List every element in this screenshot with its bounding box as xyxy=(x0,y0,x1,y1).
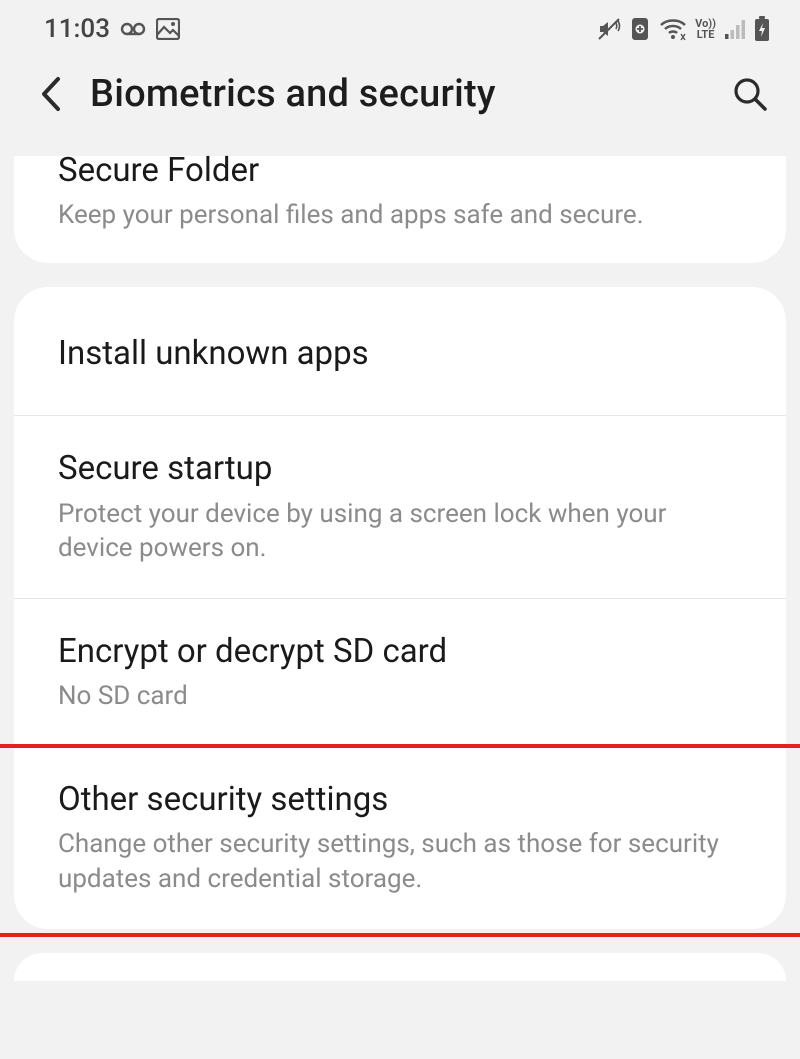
row-other-security-settings[interactable]: Other security settings Change other sec… xyxy=(14,747,786,929)
page-title: Biometrics and security xyxy=(90,72,710,116)
card-security-settings: Install unknown apps Secure startup Prot… xyxy=(14,287,786,929)
chevron-left-icon xyxy=(38,75,62,113)
battery-charging-icon xyxy=(754,16,770,42)
signal-icon xyxy=(724,18,746,40)
row-sub: Protect your device by using a screen lo… xyxy=(58,497,742,567)
status-right: Vo))LTE xyxy=(597,16,770,42)
status-left: 11:03 xyxy=(44,14,180,44)
search-button[interactable] xyxy=(728,72,772,116)
row-title: Encrypt or decrypt SD card xyxy=(58,631,742,673)
row-sub: No SD card xyxy=(58,679,742,714)
data-saver-icon xyxy=(629,17,651,41)
row-title: Secure startup xyxy=(58,448,742,490)
row-sub: Keep your personal files and apps safe a… xyxy=(58,198,742,233)
card-secure-folder: Secure Folder Keep your personal files a… xyxy=(14,156,786,263)
voicemail-icon xyxy=(120,19,146,39)
wifi-icon xyxy=(659,17,687,41)
row-secure-folder[interactable]: Secure Folder Keep your personal files a… xyxy=(14,156,786,263)
row-title: Other security settings xyxy=(58,779,742,821)
back-button[interactable] xyxy=(28,72,72,116)
mute-vibrate-icon xyxy=(597,17,621,41)
card-next-peek xyxy=(14,953,786,981)
status-bar: 11:03 Vo))LTE xyxy=(0,0,800,50)
row-sub: Change other security settings, such as … xyxy=(58,827,742,897)
row-secure-startup[interactable]: Secure startup Protect your device by us… xyxy=(14,416,786,599)
row-encrypt-sd-card[interactable]: Encrypt or decrypt SD card No SD card xyxy=(14,599,786,747)
status-time: 11:03 xyxy=(44,14,110,44)
volte-icon: Vo))LTE xyxy=(695,18,716,40)
row-title: Secure Folder xyxy=(58,150,742,192)
row-title: Install unknown apps xyxy=(58,333,742,375)
app-bar: Biometrics and security xyxy=(0,50,800,156)
picture-icon xyxy=(156,18,180,40)
search-icon xyxy=(732,76,768,112)
row-install-unknown-apps[interactable]: Install unknown apps xyxy=(14,287,786,416)
